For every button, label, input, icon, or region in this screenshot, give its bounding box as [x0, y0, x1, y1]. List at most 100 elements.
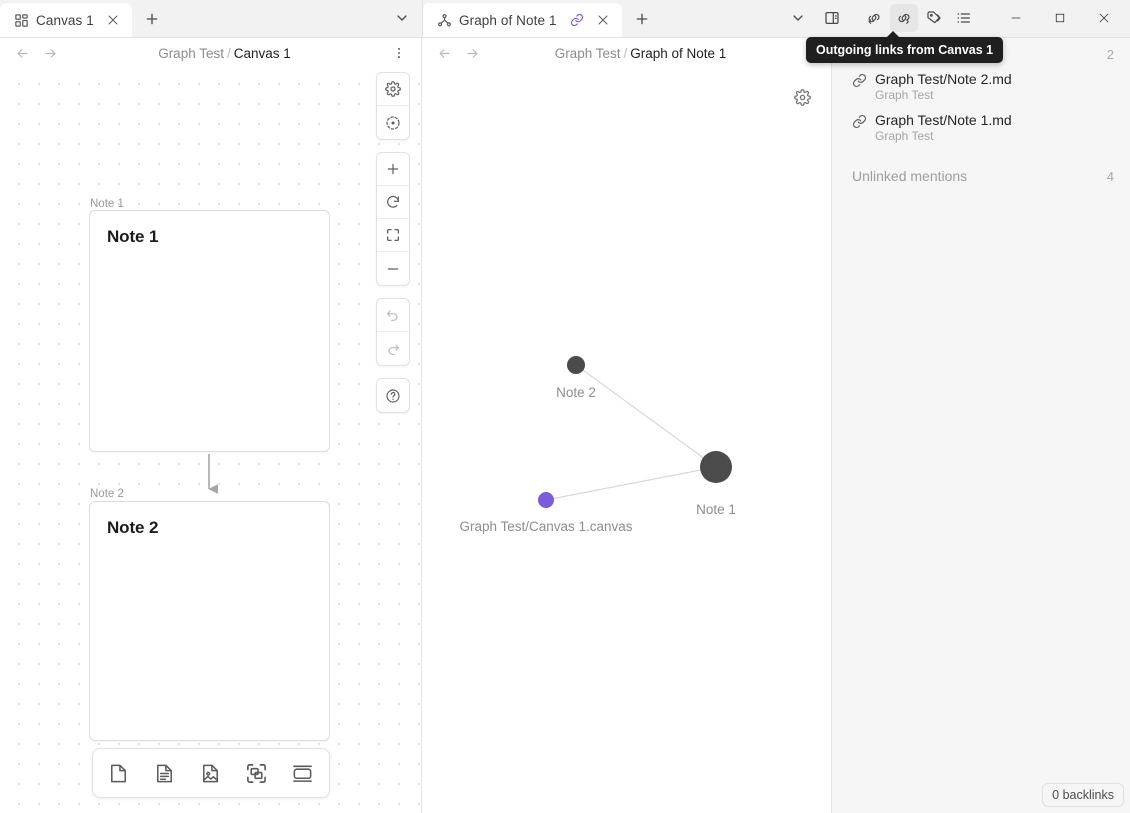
group-icon[interactable]: [235, 753, 279, 793]
tag-icon[interactable]: [920, 4, 948, 32]
list-item-subtitle: Graph Test: [875, 88, 934, 102]
canvas-card-note-2[interactable]: Note 2: [89, 501, 330, 741]
canvas-tool-group-zoom: [376, 152, 410, 286]
graph-edge: [545, 466, 717, 501]
breadcrumb-separator: /: [226, 45, 231, 61]
forward-arrow-icon[interactable]: [40, 43, 60, 63]
graph-surface[interactable]: Note 2 Note 1 Graph Test/Canvas 1.canvas: [422, 68, 831, 813]
graph-pane-tabs: Graph of Note 1: [423, 0, 622, 37]
embed-icon[interactable]: [281, 753, 325, 793]
left-tab-group: Canvas 1: [0, 0, 422, 37]
maximize-icon[interactable]: [1038, 0, 1082, 37]
outgoing-link-icon[interactable]: [890, 4, 918, 32]
breadcrumb-separator: /: [623, 45, 628, 61]
graph-node-note2[interactable]: [567, 356, 585, 374]
plus-icon[interactable]: [377, 153, 409, 186]
breadcrumb-file[interactable]: Canvas 1: [234, 46, 291, 61]
canvas-tool-group-help: [376, 378, 410, 413]
links-count: 2: [1106, 46, 1114, 62]
image-icon[interactable]: [189, 753, 233, 793]
breadcrumb-graph: Graph Test / Graph of Note 1: [482, 46, 799, 61]
tab-list-chevron-down-icon-left[interactable]: [388, 4, 416, 32]
focus-icon[interactable]: [377, 106, 409, 139]
graph-nav-arrows: [434, 43, 482, 63]
graph-node-note1[interactable]: [700, 451, 732, 483]
outgoing-links-sidebar: Links 2 Graph Test/Note 2.md Graph Test: [832, 38, 1130, 813]
breadcrumb-canvas: Graph Test / Canvas 1: [60, 46, 389, 61]
more-options-icon[interactable]: [389, 43, 409, 63]
obsidian-window: Canvas 1 Graph of Note 1 Graph Test / Ca…: [0, 0, 1130, 813]
back-arrow-icon[interactable]: [434, 43, 454, 63]
canvas-tool-group-settings: [376, 72, 410, 140]
tab-graph-of-note-1[interactable]: Graph of Note 1: [423, 3, 622, 37]
list-item-title: Graph Test/Note 1.md: [875, 112, 1012, 128]
tab-title: Graph of Note 1: [459, 12, 557, 28]
forward-arrow-icon[interactable]: [462, 43, 482, 63]
status-badge: 0 backlinks: [1042, 783, 1124, 807]
graph-pane-header: Graph Test / Graph of Note 1: [422, 38, 831, 68]
canvas-card-note-1[interactable]: Note 1: [89, 210, 330, 452]
canvas-pane-header: Graph Test / Canvas 1: [0, 38, 421, 68]
canvas-tool-group-history: [376, 298, 410, 366]
card-label-note-1: Note 1: [90, 198, 124, 210]
tab-title: Canvas 1: [36, 12, 94, 28]
graph-edge-layer: [545, 364, 717, 501]
graph-edge: [575, 364, 717, 468]
close-icon[interactable]: [593, 10, 613, 30]
undo-icon[interactable]: [377, 299, 409, 332]
card-icon[interactable]: [97, 753, 141, 793]
link-icon: [570, 13, 584, 27]
minus-icon[interactable]: [377, 252, 409, 285]
incoming-link-icon[interactable]: [860, 4, 888, 32]
graph-pane: Graph Test / Graph of Note 1 Note 2 Note 1G…: [422, 38, 832, 813]
graph-settings-gear-icon[interactable]: [791, 86, 813, 108]
redo-icon[interactable]: [377, 332, 409, 365]
fit-icon[interactable]: [377, 219, 409, 252]
tab-list-chevron-down-icon-graph[interactable]: [784, 4, 812, 32]
graph-node-canvas1[interactable]: [538, 492, 554, 508]
new-tab-button-left[interactable]: [138, 5, 166, 33]
tooltip: Outgoing links from Canvas 1: [806, 31, 1004, 63]
list-item-texts: Graph Test/Note 1.md Graph Test: [875, 112, 1012, 143]
tab-canvas-1[interactable]: Canvas 1: [0, 3, 132, 37]
list-item[interactable]: Graph Test/Note 1.md Graph Test: [832, 107, 1130, 148]
left-pane-tabs: Canvas 1: [0, 0, 132, 37]
gear-icon[interactable]: [377, 73, 409, 106]
canvas-tool-rail: [376, 72, 410, 413]
list-item[interactable]: Graph Test/Note 2.md Graph Test: [832, 66, 1130, 107]
canvas-element-bar: [91, 748, 330, 798]
breadcrumb-file[interactable]: Graph of Note 1: [630, 46, 726, 61]
canvas-nav-arrows: [12, 43, 60, 63]
note-icon[interactable]: [143, 753, 187, 793]
breadcrumb-folder[interactable]: Graph Test: [555, 46, 621, 61]
new-tab-button-graph[interactable]: [628, 5, 656, 33]
card-title: Note 1: [107, 227, 159, 246]
graph-tab-group: Graph of Note 1: [423, 0, 852, 37]
close-icon[interactable]: [1082, 0, 1126, 37]
list-item-texts: Graph Test/Note 2.md Graph Test: [875, 71, 1012, 102]
breadcrumb-folder[interactable]: Graph Test: [158, 46, 224, 61]
canvas-icon: [14, 13, 29, 28]
close-icon[interactable]: [103, 10, 123, 30]
link-icon: [852, 73, 867, 88]
minimize-icon[interactable]: [994, 0, 1038, 37]
title-bar: Canvas 1 Graph of Note 1: [0, 0, 1130, 38]
back-arrow-icon[interactable]: [12, 43, 32, 63]
canvas-surface[interactable]: Note 1 Note 1 Note 2 Note 2: [0, 68, 421, 813]
list-icon[interactable]: [950, 4, 978, 32]
right-sidebar-icon[interactable]: [818, 4, 846, 32]
help-icon[interactable]: [377, 379, 409, 412]
card-label-note-2: Note 2: [90, 488, 124, 500]
graph-icon: [437, 13, 452, 28]
refresh-icon[interactable]: [377, 186, 409, 219]
list-item-subtitle: Graph Test: [875, 129, 934, 143]
unlinked-mentions-header[interactable]: Unlinked mentions 4: [832, 148, 1130, 184]
list-item-title: Graph Test/Note 2.md: [875, 71, 1012, 87]
workspace: Graph Test / Canvas 1 Note 1 Note 1 Note…: [0, 38, 1130, 813]
card-title: Note 2: [107, 518, 159, 537]
window-controls: [994, 0, 1126, 37]
link-icon: [852, 114, 867, 129]
canvas-pane: Graph Test / Canvas 1 Note 1 Note 1 Note…: [0, 38, 422, 813]
unlinked-mentions-label: Unlinked mentions: [852, 168, 968, 184]
unlinked-mentions-count: 4: [1106, 168, 1114, 184]
